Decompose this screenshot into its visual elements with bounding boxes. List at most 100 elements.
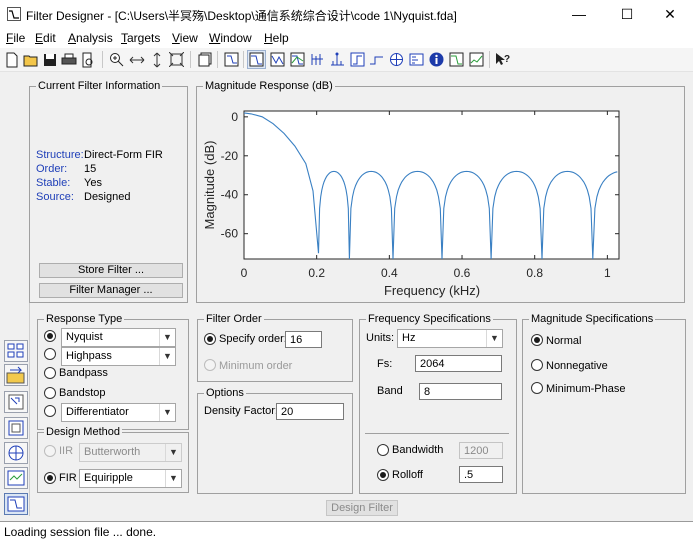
group-delay-icon[interactable]	[308, 50, 327, 69]
menu-analysis[interactable]: Analysis	[68, 31, 113, 45]
menu-view[interactable]: View	[172, 31, 198, 45]
filter-info-icon[interactable]	[407, 50, 426, 69]
normal-radio[interactable]	[531, 334, 543, 346]
zoom-x-icon[interactable]	[127, 50, 146, 69]
band-input[interactable]: 8	[419, 383, 502, 400]
highpass-radio[interactable]	[44, 348, 56, 360]
bandpass-label: Bandpass	[59, 367, 108, 379]
iir-radio[interactable]	[44, 445, 56, 457]
nyquist-select[interactable]: Nyquist ▼	[61, 328, 176, 347]
store-filter-button[interactable]: Store Filter ...	[39, 263, 183, 278]
order-input[interactable]: 16	[285, 331, 322, 348]
maximize-button[interactable]: ☐	[604, 0, 650, 30]
filter-coefficients-icon[interactable]	[387, 50, 406, 69]
specify-order-radio[interactable]	[204, 333, 216, 345]
close-button[interactable]: ✕	[647, 0, 693, 30]
fir-radio[interactable]	[44, 472, 56, 484]
fir-method-select[interactable]: Equiripple ▼	[79, 469, 182, 488]
menu-file[interactable]: File	[6, 31, 25, 45]
sidebar-multirate-icon[interactable]	[4, 467, 28, 489]
magnitude-response-icon[interactable]	[247, 50, 266, 69]
nyquist-radio[interactable]	[44, 330, 56, 342]
bandwidth-radio[interactable]	[377, 444, 389, 456]
new-figure-icon[interactable]	[195, 50, 214, 69]
minimize-button[interactable]: —	[556, 0, 602, 30]
structure-value: Direct-Form FIR	[84, 149, 163, 161]
menu-window[interactable]: Window	[209, 31, 252, 45]
rolloff-input[interactable]: .5	[459, 466, 503, 483]
save-icon[interactable]	[40, 50, 59, 69]
new-icon[interactable]	[2, 50, 21, 69]
units-label: Units:	[366, 332, 395, 344]
bandstop-radio[interactable]	[44, 387, 56, 399]
sidebar-design-mode-icon[interactable]	[4, 493, 28, 515]
minimum-order-radio[interactable]	[204, 359, 216, 371]
specify-order-label: Specify order:	[219, 333, 287, 345]
menu-edit[interactable]: Edit	[35, 31, 56, 45]
full-view-icon[interactable]	[167, 50, 186, 69]
structure-label: Structure:	[36, 149, 84, 161]
zoom-in-icon[interactable]	[107, 50, 126, 69]
magnitude-response-title: Magnitude Response (dB)	[203, 80, 335, 92]
whats-this-icon[interactable]: ?	[493, 50, 512, 69]
info-icon[interactable]	[427, 50, 446, 69]
toolbar-separator	[102, 51, 103, 68]
sidebar-pole-zero-editor-icon[interactable]	[4, 442, 28, 464]
print-preview-icon[interactable]	[78, 50, 97, 69]
toolbar-separator	[217, 51, 218, 68]
rolloff-radio[interactable]	[377, 469, 389, 481]
toolbar: ?	[0, 48, 693, 72]
sidebar-realize-model-icon[interactable]	[4, 391, 28, 413]
y-tick-label: -60	[221, 227, 239, 241]
magnitude-estimate-icon[interactable]	[447, 50, 466, 69]
sidebar-design-filter-icon[interactable]	[4, 340, 28, 362]
density-factor-input[interactable]: 20	[276, 403, 344, 420]
bandwidth-input[interactable]: 1200	[459, 442, 503, 459]
bandwidth-label: Bandwidth	[392, 444, 444, 456]
design-filter-button[interactable]: Design Filter	[326, 500, 398, 516]
fs-input[interactable]: 2064	[415, 355, 502, 372]
chevron-down-icon: ▼	[486, 330, 502, 347]
iir-method-select[interactable]: Butterworth ▼	[79, 443, 182, 462]
toolbar-separator	[190, 51, 191, 68]
sidebar-transform-icon[interactable]	[4, 364, 28, 386]
round-off-noise-icon[interactable]	[467, 50, 486, 69]
status-text: Loading session file ... done.	[4, 525, 157, 539]
window-title: Filter Designer - [C:\Users\半冥殇\Desktop\…	[26, 9, 457, 23]
y-tick-label: -20	[221, 149, 239, 163]
step-response-icon[interactable]	[348, 50, 367, 69]
filter-order-title: Filter Order	[204, 313, 264, 325]
magnitude-phase-icon[interactable]	[288, 50, 307, 69]
highpass-select[interactable]: Highpass ▼	[61, 347, 176, 366]
pole-zero-icon[interactable]	[367, 50, 386, 69]
options-title: Options	[204, 387, 246, 399]
zoom-y-icon[interactable]	[147, 50, 166, 69]
design-filter-icon[interactable]	[222, 50, 241, 69]
differentiator-radio[interactable]	[44, 405, 56, 417]
open-icon[interactable]	[21, 50, 40, 69]
current-filter-info-title: Current Filter Information	[36, 80, 163, 92]
bandstop-label: Bandstop	[59, 387, 106, 399]
menu-targets[interactable]: Targets	[121, 31, 160, 45]
minimum-phase-radio[interactable]	[531, 382, 543, 394]
impulse-response-icon[interactable]	[328, 50, 347, 69]
nonnegative-radio[interactable]	[531, 359, 543, 371]
plot-area	[243, 110, 620, 260]
filter-manager-button[interactable]: Filter Manager ...	[39, 283, 183, 298]
menu-help[interactable]: Help	[264, 31, 289, 45]
filter-order-panel: Filter Order	[197, 313, 353, 382]
bandpass-radio[interactable]	[44, 367, 56, 379]
toolbar-separator	[489, 51, 490, 68]
differentiator-select[interactable]: Differentiator ▼	[61, 403, 176, 422]
phase-response-icon[interactable]	[268, 50, 287, 69]
chevron-down-icon: ▼	[159, 329, 175, 346]
chevron-down-icon: ▼	[165, 444, 181, 461]
y-tick-label: 0	[231, 110, 238, 124]
order-value: 15	[84, 163, 97, 175]
sidebar-import-icon[interactable]	[4, 417, 28, 439]
y-axis-label: Magnitude (dB)	[202, 141, 217, 230]
units-select[interactable]: Hz ▼	[397, 329, 503, 348]
magnitude-response-chart[interactable]: 0 0.2 0.4 0.6 0.8 1 0 -20 -40 -60 Frequency (kHz)…	[197, 95, 684, 302]
fir-label: FIR	[59, 472, 77, 484]
print-icon[interactable]	[59, 50, 78, 69]
